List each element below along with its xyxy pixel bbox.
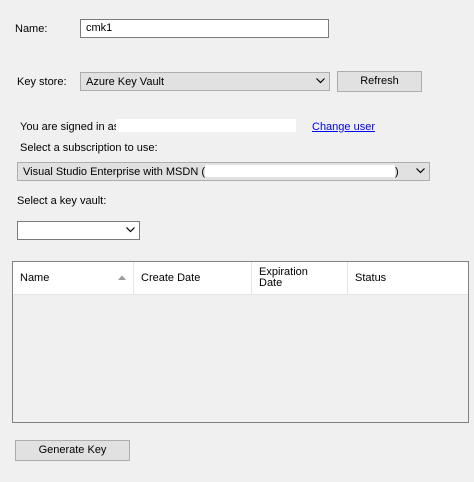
column-header-create-date-label: Create Date	[141, 271, 201, 284]
subscription-suffix: )	[394, 166, 399, 178]
name-label: Name:	[15, 23, 48, 35]
column-header-status-label: Status	[355, 271, 387, 284]
keys-table[interactable]: Name Create Date Expiration Date Status	[12, 261, 469, 423]
column-header-status[interactable]: Status	[348, 262, 468, 294]
chevron-down-icon	[126, 227, 135, 233]
subscription-prompt: Select a subscription to use:	[20, 142, 158, 154]
subscription-prefix: Visual Studio Enterprise with MSDN (	[23, 166, 205, 178]
key-vault-dropdown[interactable]	[17, 221, 140, 240]
key-store-label: Key store:	[17, 76, 67, 88]
table-header: Name Create Date Expiration Date Status	[13, 262, 468, 295]
sort-up-icon	[118, 275, 126, 280]
column-header-expiration-date-label: Expiration Date	[259, 266, 308, 289]
signed-in-label: You are signed in as	[20, 121, 120, 133]
key-vault-prompt: Select a key vault:	[17, 195, 107, 207]
redacted-subscription-id	[204, 165, 395, 177]
column-header-expiration-date[interactable]: Expiration Date	[252, 262, 348, 294]
name-input[interactable]: cmk1	[80, 19, 329, 38]
redacted-user	[116, 119, 296, 132]
column-header-name-label: Name	[20, 271, 50, 284]
change-user-link[interactable]: Change user	[312, 120, 375, 134]
key-store-dropdown[interactable]: Azure Key Vault	[80, 72, 330, 91]
generate-key-button[interactable]: Generate Key	[15, 440, 130, 461]
subscription-dropdown[interactable]: Visual Studio Enterprise with MSDN ()	[17, 162, 430, 181]
name-input-value: cmk1	[86, 22, 113, 34]
column-header-name[interactable]: Name	[13, 262, 134, 294]
chevron-down-icon	[416, 168, 425, 174]
redacted-key-vault	[20, 224, 104, 237]
column-header-create-date[interactable]: Create Date	[134, 262, 252, 294]
chevron-down-icon	[316, 78, 325, 84]
refresh-button[interactable]: Refresh	[337, 71, 422, 92]
key-store-value: Azure Key Vault	[86, 76, 165, 88]
